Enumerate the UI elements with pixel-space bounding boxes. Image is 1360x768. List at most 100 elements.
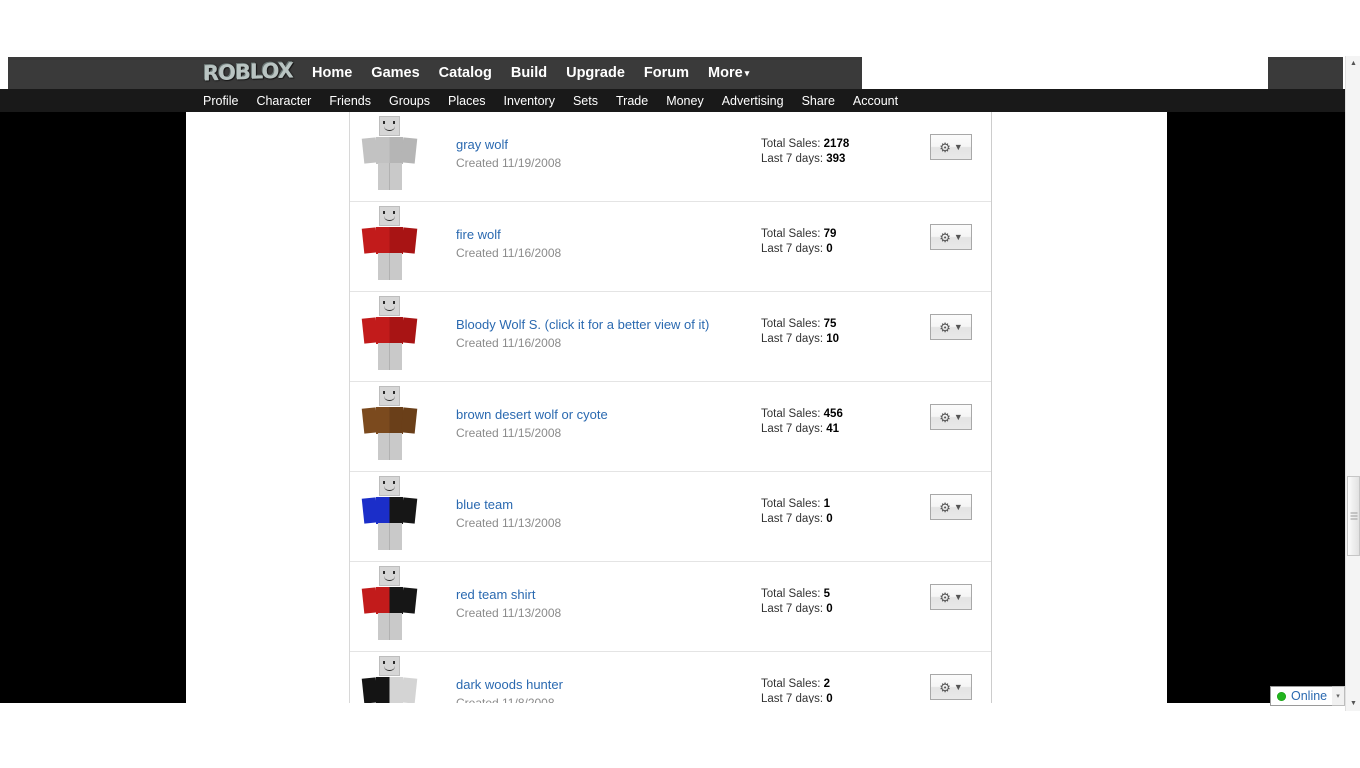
avatar-face bbox=[382, 481, 397, 491]
item-settings-button[interactable]: ⚙ ▼ bbox=[930, 584, 972, 610]
item-name-link[interactable]: red team shirt bbox=[456, 587, 535, 603]
avatar-eye-left bbox=[383, 301, 385, 304]
gear-icon: ⚙ bbox=[939, 589, 951, 605]
gear-icon: ⚙ bbox=[939, 409, 951, 425]
total-sales-row: Total Sales: 2 bbox=[761, 677, 911, 692]
item-thumbnail[interactable] bbox=[352, 294, 428, 374]
subnav-item-groups[interactable]: Groups bbox=[389, 94, 430, 108]
item-name-link[interactable]: dark woods hunter bbox=[456, 677, 563, 693]
avatar-eye-right bbox=[393, 661, 395, 664]
chevron-down-icon: ▾ bbox=[744, 68, 750, 78]
avatar-eye-left bbox=[383, 481, 385, 484]
nav-item-more[interactable]: More ▾ bbox=[708, 65, 749, 81]
item-actions: ⚙ ▼ bbox=[911, 202, 991, 250]
last-7-days-row: Last 7 days: 0 bbox=[761, 512, 911, 527]
nav-item-build[interactable]: Build bbox=[511, 65, 547, 81]
last-7-days-label: Last 7 days: bbox=[761, 603, 824, 615]
subnav-item-friends[interactable]: Friends bbox=[329, 94, 371, 108]
avatar-torso bbox=[376, 497, 403, 524]
item-thumbnail[interactable] bbox=[352, 384, 428, 464]
roblox-logo[interactable]: ROBLOX bbox=[189, 56, 307, 88]
last-7-days-row: Last 7 days: 10 bbox=[761, 332, 911, 347]
item-actions: ⚙ ▼ bbox=[911, 652, 991, 700]
item-name-link[interactable]: fire wolf bbox=[456, 227, 501, 243]
subnav-item-places[interactable]: Places bbox=[448, 94, 486, 108]
total-sales-row: Total Sales: 2178 bbox=[761, 137, 911, 152]
avatar-arm-right bbox=[400, 227, 418, 254]
last-7-days-row: Last 7 days: 0 bbox=[761, 242, 911, 257]
item-settings-button[interactable]: ⚙ ▼ bbox=[930, 674, 972, 700]
nav-item-home[interactable]: Home bbox=[312, 65, 352, 81]
item-thumbnail[interactable] bbox=[352, 564, 428, 644]
item-settings-button[interactable]: ⚙ ▼ bbox=[930, 314, 972, 340]
avatar-eye-left bbox=[383, 661, 385, 664]
item-actions: ⚙ ▼ bbox=[911, 562, 991, 610]
item-thumbnail[interactable] bbox=[352, 654, 428, 703]
last-7-days-label: Last 7 days: bbox=[761, 513, 824, 525]
item-thumbnail[interactable] bbox=[352, 204, 428, 284]
item-thumbnail[interactable] bbox=[352, 114, 428, 194]
avatar-legs bbox=[378, 163, 402, 190]
vertical-scrollbar[interactable]: ▲ ▼ bbox=[1345, 56, 1360, 711]
subnav-item-trade[interactable]: Trade bbox=[616, 94, 648, 108]
item-name-link[interactable]: gray wolf bbox=[456, 137, 508, 153]
avatar-eye-right bbox=[393, 301, 395, 304]
chevron-down-icon: ▼ bbox=[953, 591, 963, 602]
nav-item-forum[interactable]: Forum bbox=[644, 65, 689, 81]
item-created-date: Created 11/13/2008 bbox=[456, 516, 562, 530]
right-gutter bbox=[1167, 112, 1347, 703]
item-settings-button[interactable]: ⚙ ▼ bbox=[930, 224, 972, 250]
table-row: red team shirt Created 11/13/2008 Total Sa… bbox=[350, 562, 991, 652]
item-settings-button[interactable]: ⚙ ▼ bbox=[930, 494, 972, 520]
gear-icon: ⚙ bbox=[939, 499, 951, 515]
avatar bbox=[359, 296, 421, 372]
last-7-days-label: Last 7 days: bbox=[761, 693, 824, 703]
avatar bbox=[359, 116, 421, 192]
item-thumbnail[interactable] bbox=[352, 474, 428, 554]
online-status-dot-icon bbox=[1277, 691, 1286, 701]
total-sales-value: 79 bbox=[823, 228, 837, 240]
scrollbar-down-arrow[interactable]: ▼ bbox=[1346, 696, 1360, 711]
avatar-eye-right bbox=[393, 571, 395, 574]
subnav-item-account[interactable]: Account bbox=[853, 94, 898, 108]
item-sales-stats: Total Sales: 1 Last 7 days: 0 bbox=[761, 472, 911, 527]
avatar-smile bbox=[384, 486, 395, 491]
avatar-arm-right bbox=[400, 407, 418, 434]
total-sales-value: 2 bbox=[823, 678, 831, 690]
avatar-torso bbox=[376, 407, 403, 434]
item-settings-button[interactable]: ⚙ ▼ bbox=[930, 134, 972, 160]
total-sales-value: 2178 bbox=[823, 138, 850, 150]
last-7-days-value: 393 bbox=[826, 153, 846, 165]
subnav-item-share[interactable]: Share bbox=[802, 94, 835, 108]
nav-item-catalog[interactable]: Catalog bbox=[439, 65, 492, 81]
nav-item-upgrade[interactable]: Upgrade bbox=[566, 65, 625, 81]
item-name-link[interactable]: blue team bbox=[456, 497, 513, 513]
subnav-item-money[interactable]: Money bbox=[666, 94, 704, 108]
gear-icon: ⚙ bbox=[939, 319, 951, 335]
subnav-item-advertising[interactable]: Advertising bbox=[722, 94, 784, 108]
item-settings-button[interactable]: ⚙ ▼ bbox=[930, 404, 972, 430]
nav-item-games[interactable]: Games bbox=[371, 65, 419, 81]
subnav-item-inventory[interactable]: Inventory bbox=[504, 94, 555, 108]
subnav-item-character[interactable]: Character bbox=[256, 94, 311, 108]
last-7-days-label: Last 7 days: bbox=[761, 423, 824, 435]
item-sales-stats: Total Sales: 2 Last 7 days: 0 bbox=[761, 652, 911, 703]
total-sales-label: Total Sales: bbox=[761, 588, 821, 600]
table-row: dark woods hunter Created 11/8/2008 Total … bbox=[350, 652, 991, 703]
status-dropdown-button[interactable]: ▾ bbox=[1332, 686, 1345, 706]
avatar-face bbox=[382, 391, 397, 401]
avatar-leg-divider bbox=[389, 163, 390, 190]
scrollbar-up-arrow[interactable]: ▲ bbox=[1346, 56, 1360, 71]
avatar-face bbox=[382, 211, 397, 221]
total-sales-label: Total Sales: bbox=[761, 318, 821, 330]
item-sales-stats: Total Sales: 2178 Last 7 days: 393 bbox=[761, 112, 911, 167]
avatar-legs bbox=[378, 523, 402, 550]
avatar-legs bbox=[378, 343, 402, 370]
item-name-link[interactable]: Bloody Wolf S. (click it for a better vi… bbox=[456, 317, 709, 333]
subnav-item-sets[interactable]: Sets bbox=[573, 94, 598, 108]
scrollbar-thumb[interactable] bbox=[1347, 476, 1360, 556]
item-created-date: Created 11/16/2008 bbox=[456, 336, 562, 350]
subnav-item-profile[interactable]: Profile bbox=[203, 94, 238, 108]
item-name-link[interactable]: brown desert wolf or cyote bbox=[456, 407, 608, 423]
last-7-days-value: 0 bbox=[826, 513, 833, 525]
